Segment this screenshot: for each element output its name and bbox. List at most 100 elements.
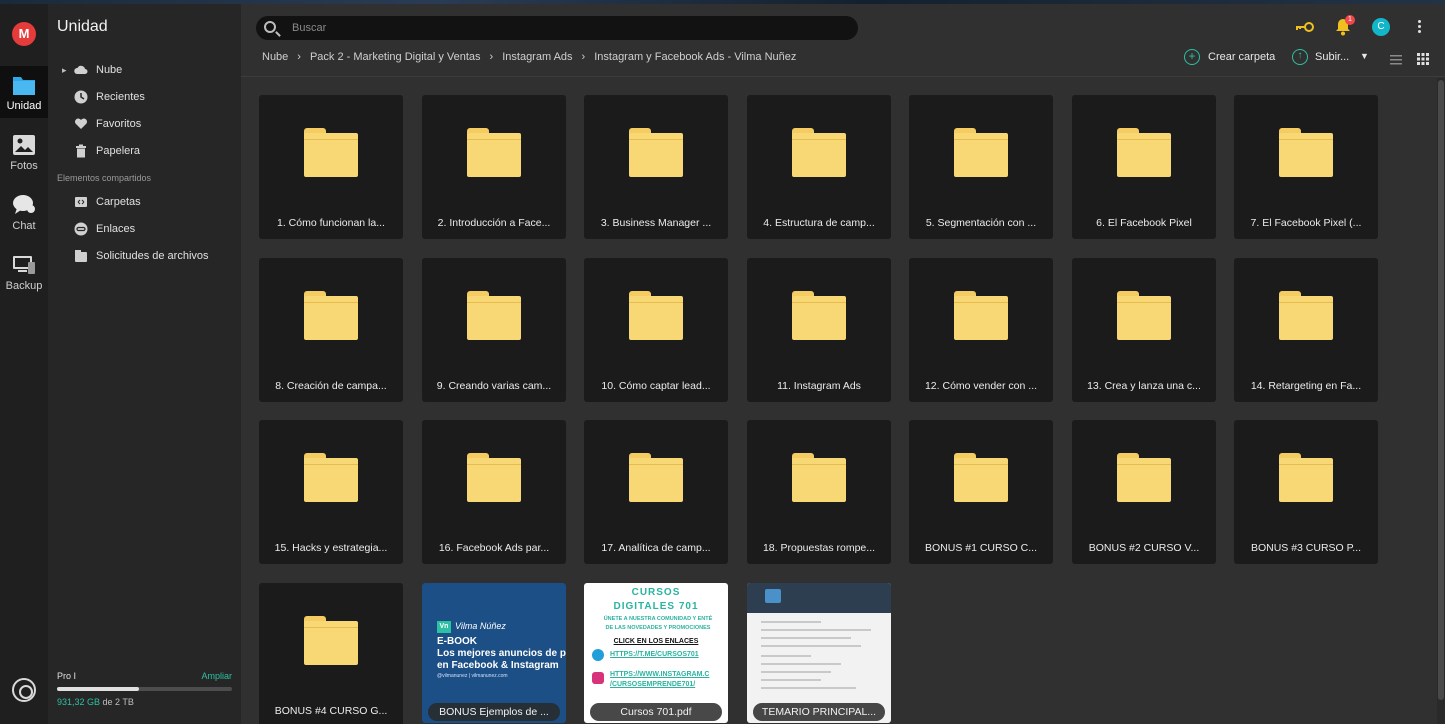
file-name: 11. Instagram Ads: [777, 380, 861, 392]
folder-icon: [12, 74, 36, 96]
chevron-right-icon[interactable]: ▸: [62, 65, 67, 76]
rail-label: Fotos: [10, 160, 38, 172]
file-name: 10. Cómo captar lead...: [601, 380, 711, 392]
folder-tile[interactable]: 5. Segmentación con ...: [909, 95, 1053, 239]
file-name: 18. Propuestas rompe...: [762, 542, 876, 554]
folder-tile[interactable]: 7. El Facebook Pixel (...: [1234, 95, 1378, 239]
folder-tile[interactable]: 2. Introducción a Face...: [422, 95, 566, 239]
thumb-line: [761, 679, 821, 681]
telegram-icon: [592, 649, 604, 661]
folder-tile[interactable]: 3. Business Manager ...: [584, 95, 728, 239]
folder-tile[interactable]: BONUS #1 CURSO C...: [909, 420, 1053, 564]
breadcrumb-item[interactable]: Instagram Ads: [502, 51, 572, 63]
folder-tile[interactable]: 17. Analítica de camp...: [584, 420, 728, 564]
file-tile-pdf[interactable]: CURSOS DIGITALES 701 ÚNETE A NUESTRA COM…: [584, 583, 728, 723]
rail-item-fotos[interactable]: Fotos: [0, 126, 48, 178]
file-tile-ebook[interactable]: Vn Vilma Núñez E-BOOK Los mejores anunci…: [422, 583, 566, 723]
file-name: 1. Cómo funcionan la...: [277, 217, 385, 229]
file-name: 12. Cómo vender con ...: [924, 380, 1038, 392]
rail-item-chat[interactable]: Chat: [0, 186, 48, 238]
thumb-badge: Vn: [437, 621, 451, 633]
breadcrumb-separator-icon: ›: [489, 51, 494, 63]
key-icon[interactable]: [1296, 20, 1314, 39]
shared-folder-icon: [74, 195, 88, 209]
file-name: 5. Segmentación con ...: [925, 217, 1037, 229]
folder-tile[interactable]: 11. Instagram Ads: [747, 258, 891, 402]
left-rail: M Unidad Fotos Chat Backup: [0, 4, 48, 724]
photos-icon: [12, 134, 36, 156]
file-name: 16. Facebook Ads par...: [438, 542, 550, 554]
file-name: 7. El Facebook Pixel (...: [1250, 217, 1362, 229]
folder-tile[interactable]: 13. Crea y lanza una c...: [1072, 258, 1216, 402]
folder-tile[interactable]: 6. El Facebook Pixel: [1072, 95, 1216, 239]
nav-item-recientes[interactable]: Recientes: [96, 91, 145, 103]
breadcrumb-item[interactable]: Pack 2 - Marketing Digital y Ventas: [310, 51, 481, 63]
nav-item-enlaces[interactable]: Enlaces: [96, 223, 135, 235]
rail-item-backup[interactable]: Backup: [0, 246, 48, 298]
folder-tile[interactable]: BONUS #2 CURSO V...: [1072, 420, 1216, 564]
thumb-link: HTTPS://T.ME/CURSOS701: [610, 651, 699, 658]
nav-item-favoritos[interactable]: Favoritos: [96, 118, 141, 130]
thumb-line: Los mejores anuncios de p: [437, 648, 566, 659]
file-name: TEMARIO PRINCIPAL...: [753, 703, 885, 721]
nav-item-nube[interactable]: Nube: [96, 64, 122, 76]
storage-bar: [57, 687, 232, 691]
upgrade-link[interactable]: Ampliar: [201, 671, 232, 681]
grid-view-icon[interactable]: [1417, 52, 1429, 70]
nav-item-carpetas[interactable]: Carpetas: [96, 196, 141, 208]
thumb-heading: CURSOS: [631, 587, 681, 598]
rail-item-unidad[interactable]: Unidad: [0, 66, 48, 118]
scrollbar-thumb[interactable]: [1438, 80, 1444, 700]
storage-quota: Pro I Ampliar 931,32 GB de 2 TB: [57, 671, 232, 707]
thumb-handle: @vilmanunez | vilmanunez.com: [437, 673, 508, 679]
folder-icon: [1117, 291, 1171, 340]
more-menu-icon[interactable]: [1418, 20, 1422, 34]
file-tile-doc[interactable]: TEMARIO PRINCIPAL...: [747, 583, 891, 723]
folder-tile[interactable]: BONUS #4 CURSO G...: [259, 583, 403, 724]
folder-icon: [629, 128, 683, 177]
thumb-header-bar: [747, 583, 891, 613]
folder-tile[interactable]: 18. Propuestas rompe...: [747, 420, 891, 564]
folder-tile[interactable]: 4. Estructura de camp...: [747, 95, 891, 239]
file-request-icon: [74, 249, 88, 263]
shared-section-label: Elementos compartidos: [57, 173, 152, 183]
folder-icon: [954, 453, 1008, 502]
folder-tile[interactable]: 14. Retargeting en Fa...: [1234, 258, 1378, 402]
file-name: BONUS Ejemplos de ...: [428, 703, 560, 721]
folder-icon: [1279, 453, 1333, 502]
thumb-subtext: ÚNETE A NUESTRA COMUNIDAD Y ENTÉ: [603, 616, 713, 622]
folder-tile[interactable]: 12. Cómo vender con ...: [909, 258, 1053, 402]
backup-icon: [12, 254, 36, 276]
folder-tile[interactable]: 1. Cómo funcionan la...: [259, 95, 403, 239]
folder-tile[interactable]: 9. Creando varias cam...: [422, 258, 566, 402]
folder-tile[interactable]: 8. Creación de campa...: [259, 258, 403, 402]
folder-tile[interactable]: 10. Cómo captar lead...: [584, 258, 728, 402]
breadcrumb-item[interactable]: Nube: [262, 51, 288, 63]
search-input[interactable]: [292, 19, 832, 37]
side-panel: Unidad ▸ Nube Recientes Favoritos Papele…: [48, 4, 241, 724]
chevron-down-icon[interactable]: ▼: [1360, 51, 1369, 61]
list-view-icon[interactable]: [1390, 52, 1402, 70]
avatar[interactable]: C: [1372, 18, 1390, 36]
thumb-line: [761, 655, 811, 657]
folder-icon: [954, 291, 1008, 340]
thumb-line: [761, 645, 861, 647]
thumb-kind: E-BOOK: [437, 636, 477, 647]
breadcrumb-separator-icon: ›: [297, 51, 301, 63]
folder-tile[interactable]: BONUS #3 CURSO P...: [1234, 420, 1378, 564]
file-name: 17. Analítica de camp...: [601, 542, 711, 554]
thumb-line: [761, 637, 851, 639]
folder-tile[interactable]: 15. Hacks y estrategia...: [259, 420, 403, 564]
search-bar[interactable]: [256, 16, 858, 40]
settings-icon[interactable]: [12, 678, 36, 702]
mega-logo[interactable]: M: [12, 22, 36, 46]
storage-text: 931,32 GB de 2 TB: [57, 697, 232, 707]
folder-icon: [304, 291, 358, 340]
nav-item-papelera[interactable]: Papelera: [96, 145, 140, 157]
rail-label: Unidad: [6, 100, 42, 112]
nav-item-solicitudes[interactable]: Solicitudes de archivos: [96, 250, 209, 262]
thumb-square: [765, 589, 781, 603]
pdf-thumbnail: CURSOS DIGITALES 701 ÚNETE A NUESTRA COM…: [584, 583, 728, 723]
storage-bar-fill: [57, 687, 140, 691]
folder-tile[interactable]: 16. Facebook Ads par...: [422, 420, 566, 564]
